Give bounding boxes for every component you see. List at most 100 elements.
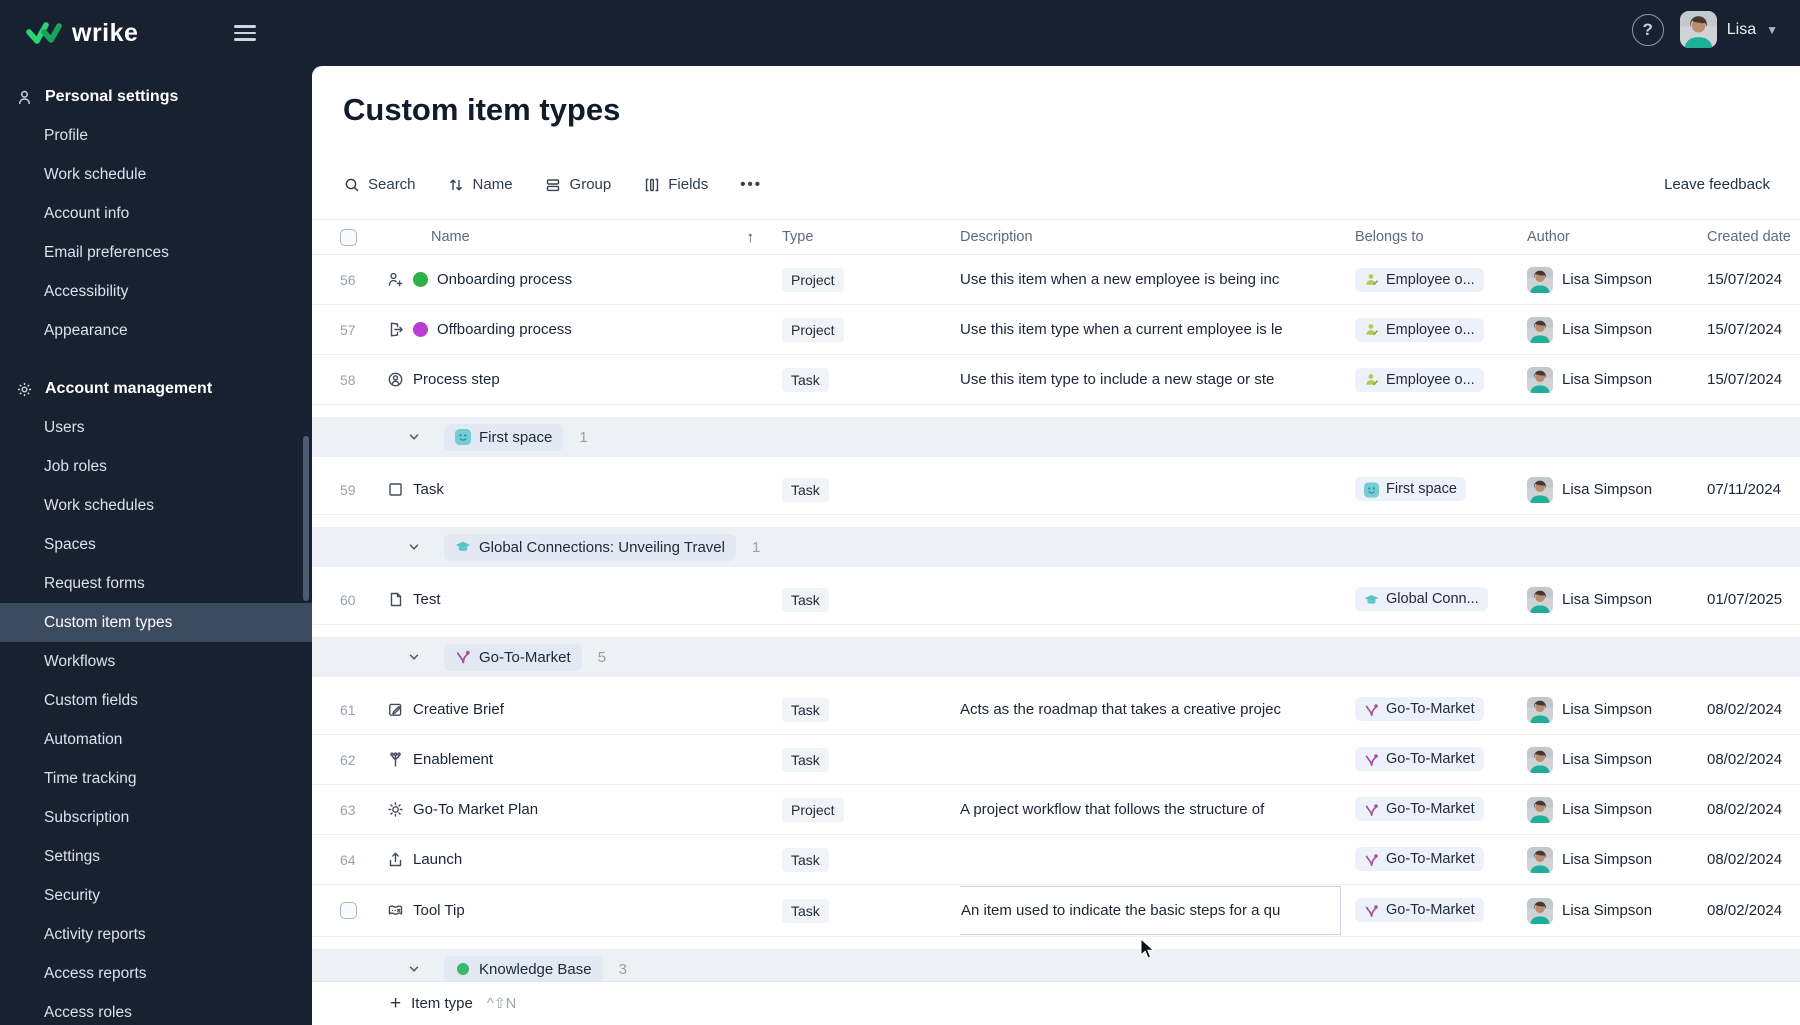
item-name[interactable]: Go-To Market Plan — [413, 801, 538, 818]
more-button[interactable]: ••• — [740, 176, 762, 193]
belongs-badge[interactable]: Go-To-Market — [1355, 898, 1484, 923]
chevron-down-icon[interactable] — [408, 651, 420, 663]
belongs-badge[interactable]: Employee o... — [1355, 317, 1484, 342]
created-date: 01/07/2025 — [1707, 591, 1783, 608]
item-name[interactable]: Creative Brief — [413, 701, 504, 718]
row-description-cell[interactable]: A project workflow that follows the stru… — [960, 801, 1355, 818]
item-name[interactable]: Process step — [413, 371, 500, 388]
sidebar-scrollbar[interactable] — [303, 436, 309, 601]
sort-button[interactable]: Name — [448, 176, 513, 193]
group-button[interactable]: Group — [545, 176, 611, 193]
description-edit-field[interactable]: An item used to indicate the basic steps… — [960, 886, 1341, 935]
sidebar-item-custom-fields[interactable]: Custom fields — [0, 681, 312, 720]
belongs-badge[interactable]: Go-To-Market — [1355, 697, 1484, 722]
select-all-checkbox[interactable] — [340, 228, 357, 246]
row-belongs-cell: Go-To-Market — [1355, 747, 1527, 772]
row-number-cell: 60 — [312, 592, 386, 608]
sidebar-item-account-info[interactable]: Account info — [0, 194, 312, 233]
row-description-cell[interactable]: An item used to indicate the basic steps… — [960, 886, 1355, 935]
sidebar-item-automation[interactable]: Automation — [0, 720, 312, 759]
column-description[interactable]: Description — [960, 229, 1355, 245]
chevron-down-icon[interactable] — [408, 541, 420, 553]
row-checkbox[interactable] — [340, 902, 357, 919]
sidebar-item-access-reports[interactable]: Access reports — [0, 954, 312, 993]
sidebar-item-custom-item-types[interactable]: Custom item types — [0, 603, 312, 642]
branch-icon — [1364, 802, 1379, 817]
item-name[interactable]: Tool Tip — [413, 902, 465, 919]
sidebar-item-security[interactable]: Security — [0, 876, 312, 915]
sidebar-item-activity-reports[interactable]: Activity reports — [0, 915, 312, 954]
table-row[interactable]: 61 Creative Brief Task Acts as the roadmap … — [312, 685, 1800, 735]
group-pill[interactable]: Global Connections: Unveiling Travel — [444, 533, 736, 561]
sidebar-item-request-forms[interactable]: Request forms — [0, 564, 312, 603]
table-row[interactable]: 64 Launch Task Go-To-Market Lisa Simpson 08/0… — [312, 835, 1800, 885]
search-button[interactable]: Search — [343, 176, 416, 193]
wrike-logo[interactable]: wrike — [26, 19, 138, 48]
employee-icon — [1364, 372, 1379, 387]
table-row[interactable]: 62 Enablement Task Go-To-Market Lisa Simpson… — [312, 735, 1800, 785]
table-row[interactable]: 59 Task Task First space Lisa Simpson 07/11/2… — [312, 465, 1800, 515]
chevron-down-icon[interactable] — [408, 963, 420, 975]
fields-icon — [643, 176, 660, 193]
row-description-cell[interactable]: Use this item when a new employee is bei… — [960, 271, 1355, 288]
add-item-type-button[interactable]: + Item type — [390, 994, 473, 1013]
created-date: 15/07/2024 — [1707, 321, 1783, 338]
table-row[interactable]: 63 Go-To Market Plan Project A project work… — [312, 785, 1800, 835]
table-row[interactable]: 58 Process step Task Use this item type to … — [312, 355, 1800, 405]
column-belongs-to[interactable]: Belongs to — [1355, 229, 1527, 245]
table-row[interactable]: 60 Test Task Global Conn... Lisa Simpson 01/0… — [312, 575, 1800, 625]
item-name[interactable]: Onboarding process — [437, 271, 572, 288]
table-row[interactable]: 56 Onboarding process Project Use this item… — [312, 255, 1800, 305]
sidebar-item-appearance[interactable]: Appearance — [0, 311, 312, 350]
help-icon[interactable]: ? — [1631, 13, 1664, 46]
belongs-badge[interactable]: First space — [1355, 477, 1466, 502]
sidebar-item-work-schedule[interactable]: Work schedule — [0, 155, 312, 194]
sidebar-item-job-roles[interactable]: Job roles — [0, 447, 312, 486]
menu-icon[interactable] — [234, 25, 257, 41]
row-date-cell: 08/02/2024 — [1707, 701, 1800, 718]
gear-icon — [15, 380, 33, 398]
belongs-badge[interactable]: Employee o... — [1355, 367, 1484, 392]
sidebar-item-email-preferences[interactable]: Email preferences — [0, 233, 312, 272]
column-created-date[interactable]: Created date — [1707, 229, 1800, 245]
item-name[interactable]: Enablement — [413, 751, 493, 768]
belongs-badge[interactable]: Go-To-Market — [1355, 747, 1484, 772]
sidebar-item-profile[interactable]: Profile — [0, 116, 312, 155]
group-pill[interactable]: Go-To-Market — [444, 643, 582, 671]
fields-button[interactable]: Fields — [643, 176, 708, 193]
belongs-badge[interactable]: Go-To-Market — [1355, 797, 1484, 822]
group-pill[interactable]: Knowledge Base — [444, 955, 603, 983]
row-description-cell[interactable]: Use this item type when a current employ… — [960, 321, 1355, 338]
row-description-cell[interactable]: Use this item type to include a new stag… — [960, 371, 1355, 388]
sort-asc-icon[interactable]: ↑ — [747, 229, 755, 245]
table-row[interactable]: 57 Offboarding process Project Use this ite… — [312, 305, 1800, 355]
belongs-badge[interactable]: Go-To-Market — [1355, 847, 1484, 872]
belongs-badge[interactable]: Global Conn... — [1355, 587, 1488, 612]
column-name[interactable]: Name — [431, 229, 470, 245]
sidebar-item-workflows[interactable]: Workflows — [0, 642, 312, 681]
row-description-cell[interactable]: Acts as the roadmap that takes a creativ… — [960, 701, 1355, 718]
item-name[interactable]: Test — [413, 591, 441, 608]
item-name[interactable]: Task — [413, 481, 444, 498]
user-menu[interactable]: Lisa ▼ — [1679, 11, 1778, 48]
sidebar-item-spaces[interactable]: Spaces — [0, 525, 312, 564]
group-label: First space — [479, 428, 553, 446]
group-pill[interactable]: First space — [444, 423, 564, 451]
sidebar-item-accessibility[interactable]: Accessibility — [0, 272, 312, 311]
sidebar-item-work-schedules[interactable]: Work schedules — [0, 486, 312, 525]
sidebar-item-time-tracking[interactable]: Time tracking — [0, 759, 312, 798]
item-name[interactable]: Offboarding process — [437, 321, 572, 338]
column-author[interactable]: Author — [1527, 229, 1707, 245]
table-row[interactable]: Tool Tip Task An item used to indicate the… — [312, 885, 1800, 937]
sidebar-item-users[interactable]: Users — [0, 408, 312, 447]
column-type[interactable]: Type — [782, 229, 960, 245]
sidebar-item-subscription[interactable]: Subscription — [0, 798, 312, 837]
belongs-badge[interactable]: Employee o... — [1355, 267, 1484, 292]
chevron-down-icon[interactable] — [408, 431, 420, 443]
item-name[interactable]: Launch — [413, 851, 462, 868]
leave-feedback-link[interactable]: Leave feedback — [1664, 176, 1770, 193]
author-avatar — [1527, 586, 1553, 613]
sidebar-item-access-roles[interactable]: Access roles — [0, 993, 312, 1025]
table-header: Name ↑ Type Description Belongs to Autho… — [312, 219, 1800, 255]
sidebar-item-settings[interactable]: Settings — [0, 837, 312, 876]
